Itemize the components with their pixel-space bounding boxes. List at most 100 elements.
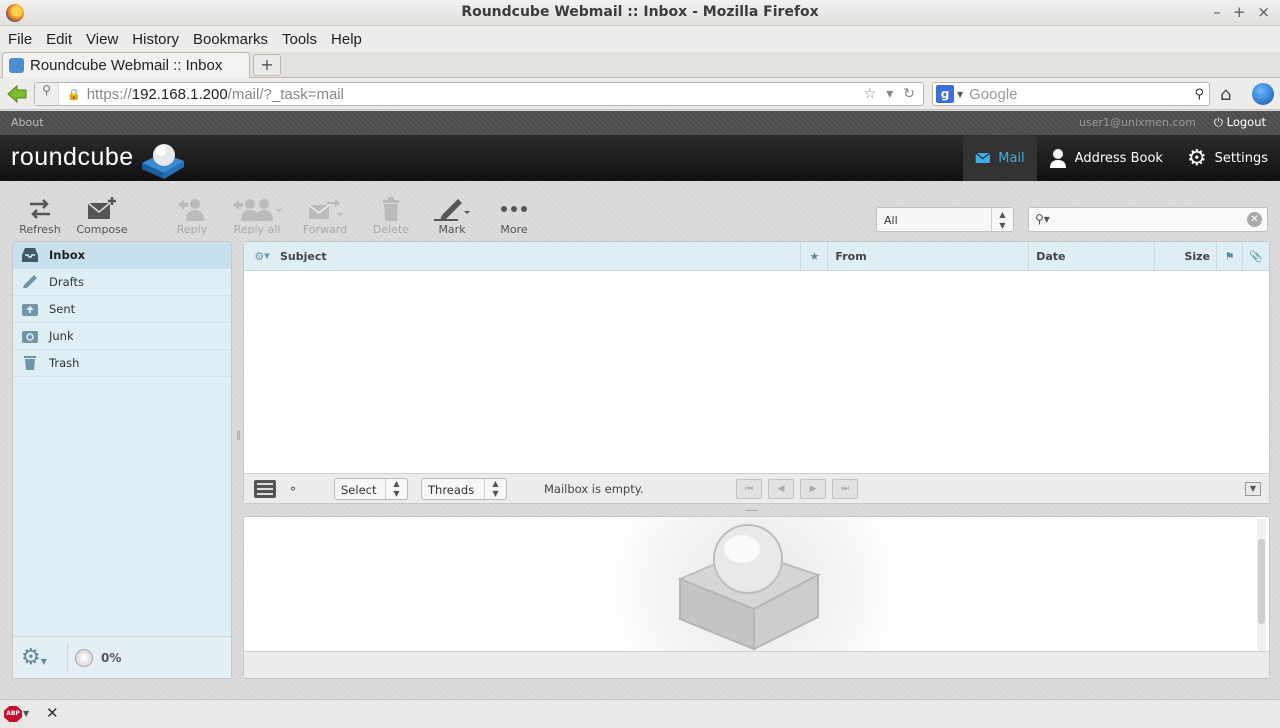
list-view-icon[interactable] — [254, 480, 276, 498]
marker-icon — [434, 199, 470, 221]
preview-scrollbar[interactable] — [1257, 519, 1266, 652]
list-options-gear-icon[interactable]: ⚙ ▼ — [244, 242, 280, 271]
folder-trash[interactable]: Trash — [13, 350, 231, 377]
delete-button[interactable]: Delete — [362, 195, 420, 236]
task-mail[interactable]: Mail — [962, 135, 1037, 181]
forward-button[interactable]: Forward — [296, 195, 354, 236]
logout-link[interactable]: ⏻ Logout — [1214, 115, 1266, 130]
new-tab-button[interactable]: + — [253, 54, 281, 76]
url-text[interactable]: https://192.168.1.200/mail/?_task=mail — [87, 86, 344, 103]
folder-actions-gear-icon[interactable]: ⚙▼ — [21, 645, 47, 670]
home-icon[interactable]: ⌂ — [1220, 84, 1231, 105]
close-addon-bar-icon[interactable]: ✕ — [46, 704, 59, 722]
refresh-label: Refresh — [19, 223, 61, 236]
search-placeholder[interactable]: Google — [969, 86, 1017, 103]
column-from[interactable]: From — [828, 241, 1030, 271]
last-page-icon[interactable]: ⏭ — [832, 479, 858, 499]
menu-help[interactable]: Help — [331, 31, 362, 48]
select-menu[interactable]: Select ▲ ▼ — [334, 478, 408, 500]
minimize-button[interactable]: – — [1213, 3, 1221, 21]
preview-footer — [244, 651, 1269, 678]
list-menu-dropdown-icon[interactable]: ▼ — [1245, 482, 1261, 496]
task-settings[interactable]: ⚙ Settings — [1175, 135, 1280, 181]
more-label: More — [500, 223, 528, 236]
maximize-button[interactable]: + — [1233, 3, 1246, 21]
folder-inbox[interactable]: Inbox — [13, 242, 231, 269]
folder-sent-label: Sent — [49, 302, 76, 316]
roundcube-logo[interactable]: roundcube — [11, 143, 134, 172]
column-size[interactable]: Size — [1155, 241, 1218, 271]
vertical-splitter[interactable]: ‖ — [236, 430, 241, 441]
engine-caret-icon[interactable]: ▼ — [957, 90, 963, 99]
select-menu-label: Select — [341, 483, 377, 497]
menu-view[interactable]: View — [86, 31, 118, 48]
task-mail-label: Mail — [998, 150, 1025, 166]
threads-menu[interactable]: Threads ▲ ▼ — [421, 478, 507, 500]
reply-all-button[interactable]: Reply all — [226, 195, 288, 236]
about-link[interactable]: About — [11, 116, 44, 129]
clear-search-icon[interactable]: ✕ — [1247, 212, 1262, 227]
pencil-icon — [21, 274, 39, 290]
site-identity-icon[interactable]: ⚲ — [35, 83, 59, 105]
gear-icon: ⚙ — [1186, 145, 1207, 171]
inbox-icon — [21, 247, 39, 263]
column-attachment-icon[interactable]: 📎 — [1243, 242, 1269, 271]
forward-label: Forward — [302, 223, 348, 236]
menu-bookmarks[interactable]: Bookmarks — [193, 31, 268, 48]
menu-history[interactable]: History — [132, 31, 179, 48]
next-page-icon[interactable]: ▶ — [800, 479, 826, 499]
column-date[interactable]: Date — [1029, 241, 1156, 271]
reload-icon[interactable]: ↻ — [903, 86, 915, 102]
menubar: File Edit View History Bookmarks Tools H… — [0, 26, 1280, 52]
google-engine-icon[interactable]: g — [936, 85, 954, 103]
list-status-text: Mailbox is empty. — [544, 482, 644, 496]
folder-drafts-label: Drafts — [49, 275, 84, 289]
menu-tools[interactable]: Tools — [282, 31, 317, 48]
thread-view-icon[interactable]: ⚬ — [288, 482, 298, 496]
roundcube-favicon-icon — [9, 58, 24, 73]
folder-drafts[interactable]: Drafts — [13, 269, 231, 296]
menu-file[interactable]: File — [8, 31, 32, 48]
menu-edit[interactable]: Edit — [46, 31, 72, 48]
compose-button[interactable]: Compose — [73, 195, 131, 236]
adblock-plus-icon[interactable]: ABP — [4, 706, 22, 722]
mail-search-input[interactable]: ⚲▾ ✕ — [1028, 207, 1268, 232]
junk-icon — [21, 328, 39, 344]
message-filter-select[interactable]: All ▲ ▼ — [876, 207, 1014, 232]
folder-inbox-label: Inbox — [49, 248, 86, 262]
mark-button[interactable]: Mark — [423, 195, 481, 236]
refresh-button[interactable]: Refresh — [11, 195, 69, 236]
close-window-button[interactable]: × — [1257, 3, 1270, 21]
message-list-footer: ⚬ Select ▲ ▼ Threads ▲ ▼ Mailbox is empty.… — [244, 473, 1269, 503]
dropdown-caret-icon[interactable]: ▾ — [886, 86, 893, 102]
first-page-icon[interactable]: ⏮ — [736, 479, 762, 499]
folder-sent[interactable]: Sent — [13, 296, 231, 323]
previous-page-icon[interactable]: ◀ — [768, 479, 794, 499]
select-arrows-icon: ▲ ▼ — [991, 208, 1013, 231]
more-button[interactable]: More — [485, 195, 543, 236]
column-flag-icon[interactable]: ⚑ — [1217, 241, 1244, 271]
firefox-sync-icon[interactable] — [1252, 83, 1274, 105]
horizontal-splitter[interactable]: ─── — [745, 506, 757, 515]
folder-junk[interactable]: Junk — [13, 323, 231, 350]
search-options-icon[interactable]: ⚲▾ — [1035, 212, 1050, 226]
url-bar[interactable]: ⚲ 🔒 https://192.168.1.200/mail/?_task=ma… — [34, 82, 924, 106]
addon-bar: ABP ▼ ✕ — [0, 699, 1280, 728]
reply-all-icon — [233, 199, 282, 221]
main-area: Refresh Compose Reply Reply all Forward … — [0, 181, 1280, 699]
back-arrow-icon[interactable] — [6, 83, 28, 105]
trash-icon — [383, 197, 399, 221]
task-settings-label: Settings — [1214, 150, 1268, 166]
browser-tab[interactable]: Roundcube Webmail :: Inbox — [2, 52, 250, 78]
delete-label: Delete — [372, 223, 410, 236]
adblock-caret-icon[interactable]: ▼ — [23, 709, 29, 718]
task-addressbook[interactable]: Address Book — [1037, 135, 1175, 181]
column-subject[interactable]: Subject — [280, 241, 802, 271]
bookmark-star-icon[interactable]: ☆ — [864, 86, 877, 102]
reply-button[interactable]: Reply — [163, 195, 221, 236]
browser-search-bar[interactable]: g ▼ Google ⚲ — [932, 82, 1210, 106]
search-icon[interactable]: ⚲ — [1194, 87, 1204, 102]
column-flag-star-icon[interactable]: ★ — [801, 241, 829, 271]
threads-menu-label: Threads — [428, 483, 475, 497]
window-titlebar: Roundcube Webmail :: Inbox - Mozilla Fir… — [0, 0, 1280, 26]
